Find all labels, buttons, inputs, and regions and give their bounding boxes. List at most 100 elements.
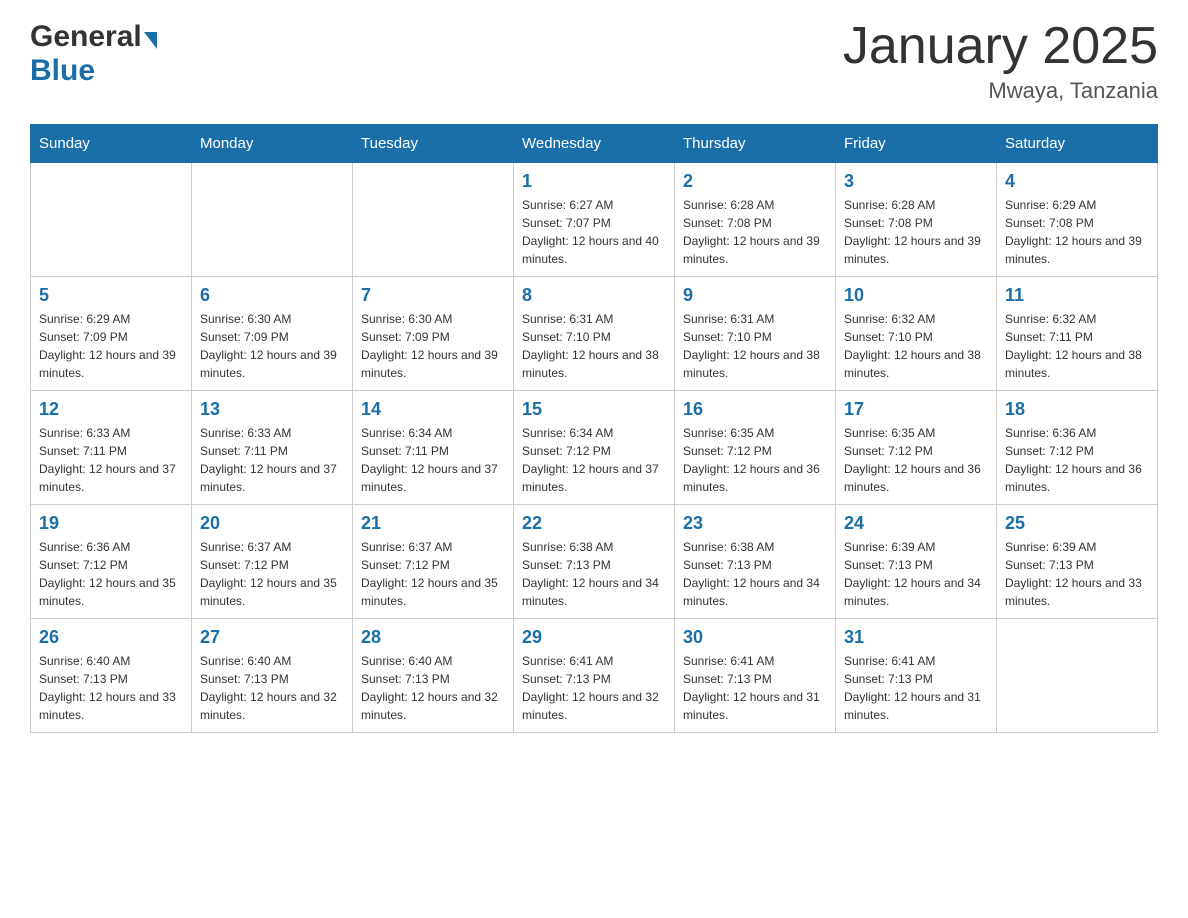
day-info: Sunrise: 6:36 AM Sunset: 7:12 PM Dayligh… xyxy=(39,538,183,610)
calendar-cell: 8 Sunrise: 6:31 AM Sunset: 7:10 PM Daylig… xyxy=(514,277,675,391)
calendar-cell: 2Sunrise: 6:28 AM Sunset: 7:08 PM Daylig… xyxy=(675,163,836,277)
day-info: Sunrise: 6:41 AM Sunset: 7:13 PM Dayligh… xyxy=(844,652,988,724)
day-number: 19 xyxy=(39,513,183,534)
calendar-cell: 11 Sunrise: 6:32 AM Sunset: 7:11 PM Dayli… xyxy=(997,277,1158,391)
day-number: 20 xyxy=(200,513,344,534)
day-number: 5 xyxy=(39,285,183,306)
calendar-cell: 18 Sunrise: 6:36 AM Sunset: 7:12 PM Dayli… xyxy=(997,391,1158,505)
calendar-cell: 29 Sunrise: 6:41 AM Sunset: 7:13 PM Dayli… xyxy=(514,619,675,733)
day-number: 7 xyxy=(361,285,505,306)
calendar-cell xyxy=(192,163,353,277)
day-info: Sunrise: 6:36 AM Sunset: 7:12 PM Dayligh… xyxy=(1005,424,1149,496)
day-number: 28 xyxy=(361,627,505,648)
day-number: 31 xyxy=(844,627,988,648)
page-subtitle: Mwaya, Tanzania xyxy=(843,78,1158,104)
day-info: Sunrise: 6:33 AM Sunset: 7:11 PM Dayligh… xyxy=(39,424,183,496)
calendar-body: 1Sunrise: 6:27 AM Sunset: 7:07 PM Daylig… xyxy=(31,163,1158,733)
day-info: Sunrise: 6:29 AM Sunset: 7:09 PM Dayligh… xyxy=(39,310,183,382)
calendar-cell: 31 Sunrise: 6:41 AM Sunset: 7:13 PM Dayli… xyxy=(836,619,997,733)
logo: General Blue xyxy=(30,20,157,88)
day-header-thursday: Thursday xyxy=(675,125,836,163)
day-number: 16 xyxy=(683,399,827,420)
day-info: Sunrise: 6:30 AM Sunset: 7:09 PM Dayligh… xyxy=(361,310,505,382)
day-number: 13 xyxy=(200,399,344,420)
day-header-friday: Friday xyxy=(836,125,997,163)
day-number: 25 xyxy=(1005,513,1149,534)
day-info: Sunrise: 6:37 AM Sunset: 7:12 PM Dayligh… xyxy=(200,538,344,610)
week-row-1: 1Sunrise: 6:27 AM Sunset: 7:07 PM Daylig… xyxy=(31,163,1158,277)
calendar-cell: 20 Sunrise: 6:37 AM Sunset: 7:12 PM Dayli… xyxy=(192,505,353,619)
day-number: 6 xyxy=(200,285,344,306)
day-number: 18 xyxy=(1005,399,1149,420)
day-info: Sunrise: 6:39 AM Sunset: 7:13 PM Dayligh… xyxy=(844,538,988,610)
calendar-cell: 13 Sunrise: 6:33 AM Sunset: 7:11 PM Dayli… xyxy=(192,391,353,505)
calendar-table: SundayMondayTuesdayWednesdayThursdayFrid… xyxy=(30,124,1158,733)
calendar-cell: 22Sunrise: 6:38 AM Sunset: 7:13 PM Dayli… xyxy=(514,505,675,619)
day-header-wednesday: Wednesday xyxy=(514,125,675,163)
calendar-cell: 15 Sunrise: 6:34 AM Sunset: 7:12 PM Dayli… xyxy=(514,391,675,505)
calendar-cell: 12 Sunrise: 6:33 AM Sunset: 7:11 PM Dayli… xyxy=(31,391,192,505)
day-info: Sunrise: 6:31 AM Sunset: 7:10 PM Dayligh… xyxy=(683,310,827,382)
day-info: Sunrise: 6:34 AM Sunset: 7:11 PM Dayligh… xyxy=(361,424,505,496)
calendar-cell: 16 Sunrise: 6:35 AM Sunset: 7:12 PM Dayli… xyxy=(675,391,836,505)
day-number: 12 xyxy=(39,399,183,420)
calendar-cell: 3 Sunrise: 6:28 AM Sunset: 7:08 PM Daylig… xyxy=(836,163,997,277)
day-number: 24 xyxy=(844,513,988,534)
day-number: 8 xyxy=(522,285,666,306)
calendar-cell: 26Sunrise: 6:40 AM Sunset: 7:13 PM Dayli… xyxy=(31,619,192,733)
day-info: Sunrise: 6:28 AM Sunset: 7:08 PM Dayligh… xyxy=(683,196,827,268)
calendar-cell: 30Sunrise: 6:41 AM Sunset: 7:13 PM Dayli… xyxy=(675,619,836,733)
calendar-cell: 7 Sunrise: 6:30 AM Sunset: 7:09 PM Daylig… xyxy=(353,277,514,391)
day-number: 29 xyxy=(522,627,666,648)
day-info: Sunrise: 6:32 AM Sunset: 7:10 PM Dayligh… xyxy=(844,310,988,382)
calendar-cell: 24 Sunrise: 6:39 AM Sunset: 7:13 PM Dayli… xyxy=(836,505,997,619)
day-info: Sunrise: 6:41 AM Sunset: 7:13 PM Dayligh… xyxy=(683,652,827,724)
day-info: Sunrise: 6:32 AM Sunset: 7:11 PM Dayligh… xyxy=(1005,310,1149,382)
week-row-2: 5 Sunrise: 6:29 AM Sunset: 7:09 PM Daylig… xyxy=(31,277,1158,391)
day-header-sunday: Sunday xyxy=(31,125,192,163)
day-info: Sunrise: 6:27 AM Sunset: 7:07 PM Dayligh… xyxy=(522,196,666,268)
day-info: Sunrise: 6:31 AM Sunset: 7:10 PM Dayligh… xyxy=(522,310,666,382)
day-number: 15 xyxy=(522,399,666,420)
day-info: Sunrise: 6:33 AM Sunset: 7:11 PM Dayligh… xyxy=(200,424,344,496)
days-of-week-row: SundayMondayTuesdayWednesdayThursdayFrid… xyxy=(31,125,1158,163)
calendar-cell: 14Sunrise: 6:34 AM Sunset: 7:11 PM Dayli… xyxy=(353,391,514,505)
day-info: Sunrise: 6:35 AM Sunset: 7:12 PM Dayligh… xyxy=(683,424,827,496)
day-number: 10 xyxy=(844,285,988,306)
day-number: 9 xyxy=(683,285,827,306)
week-row-4: 19 Sunrise: 6:36 AM Sunset: 7:12 PM Dayli… xyxy=(31,505,1158,619)
page-title: January 2025 xyxy=(843,20,1158,72)
calendar-cell: 19 Sunrise: 6:36 AM Sunset: 7:12 PM Dayli… xyxy=(31,505,192,619)
day-info: Sunrise: 6:35 AM Sunset: 7:12 PM Dayligh… xyxy=(844,424,988,496)
day-number: 22 xyxy=(522,513,666,534)
day-number: 27 xyxy=(200,627,344,648)
day-number: 4 xyxy=(1005,171,1149,192)
day-number: 11 xyxy=(1005,285,1149,306)
calendar-cell xyxy=(997,619,1158,733)
calendar-header: SundayMondayTuesdayWednesdayThursdayFrid… xyxy=(31,125,1158,163)
day-info: Sunrise: 6:34 AM Sunset: 7:12 PM Dayligh… xyxy=(522,424,666,496)
calendar-cell xyxy=(31,163,192,277)
logo-general-text: General xyxy=(30,20,142,54)
calendar-cell: 4 Sunrise: 6:29 AM Sunset: 7:08 PM Daylig… xyxy=(997,163,1158,277)
calendar-cell: 28 Sunrise: 6:40 AM Sunset: 7:13 PM Dayli… xyxy=(353,619,514,733)
day-info: Sunrise: 6:29 AM Sunset: 7:08 PM Dayligh… xyxy=(1005,196,1149,268)
day-info: Sunrise: 6:38 AM Sunset: 7:13 PM Dayligh… xyxy=(683,538,827,610)
day-number: 3 xyxy=(844,171,988,192)
calendar-cell: 1Sunrise: 6:27 AM Sunset: 7:07 PM Daylig… xyxy=(514,163,675,277)
week-row-5: 26 Sunrise: 6:40 AM Sunset: 7:13 PM Dayli… xyxy=(31,619,1158,733)
day-info: Sunrise: 6:37 AM Sunset: 7:12 PM Dayligh… xyxy=(361,538,505,610)
calendar-cell: 23Sunrise: 6:38 AM Sunset: 7:13 PM Dayli… xyxy=(675,505,836,619)
day-info: Sunrise: 6:39 AM Sunset: 7:13 PM Dayligh… xyxy=(1005,538,1149,610)
calendar-cell: 9 Sunrise: 6:31 AM Sunset: 7:10 PM Daylig… xyxy=(675,277,836,391)
week-row-3: 12 Sunrise: 6:33 AM Sunset: 7:11 PM Dayli… xyxy=(31,391,1158,505)
day-info: Sunrise: 6:40 AM Sunset: 7:13 PM Dayligh… xyxy=(361,652,505,724)
day-info: Sunrise: 6:30 AM Sunset: 7:09 PM Dayligh… xyxy=(200,310,344,382)
calendar-cell: 17 Sunrise: 6:35 AM Sunset: 7:12 PM Dayli… xyxy=(836,391,997,505)
day-number: 26 xyxy=(39,627,183,648)
day-number: 17 xyxy=(844,399,988,420)
calendar-cell xyxy=(353,163,514,277)
day-info: Sunrise: 6:28 AM Sunset: 7:08 PM Dayligh… xyxy=(844,196,988,268)
calendar-cell: 5 Sunrise: 6:29 AM Sunset: 7:09 PM Daylig… xyxy=(31,277,192,391)
day-info: Sunrise: 6:41 AM Sunset: 7:13 PM Dayligh… xyxy=(522,652,666,724)
